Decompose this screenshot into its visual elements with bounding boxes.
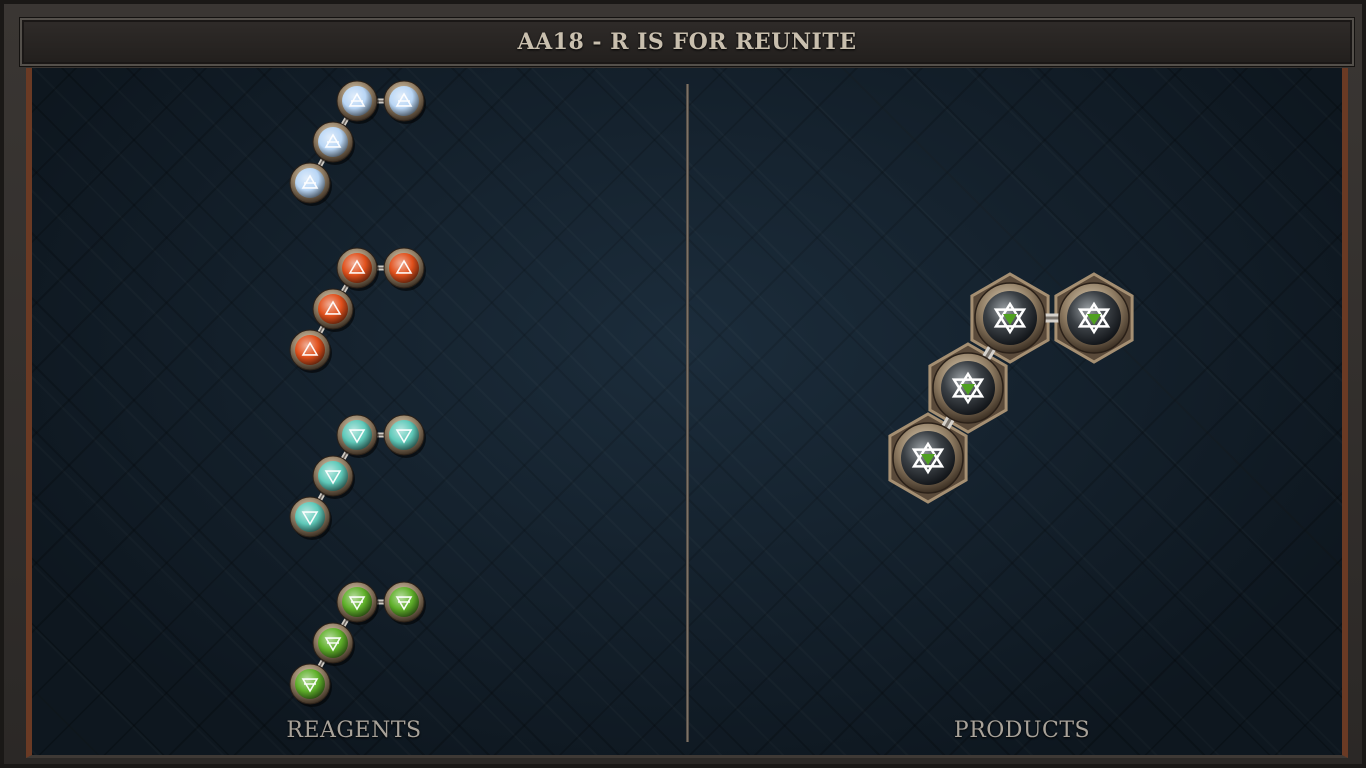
atom-earth <box>312 622 355 666</box>
atom-quintessence <box>1058 282 1130 354</box>
reagent-molecule-fire[interactable] <box>289 247 426 373</box>
atom-fire <box>289 329 332 373</box>
reagent-molecule-water[interactable] <box>289 414 426 540</box>
atom-air <box>312 121 355 165</box>
atom-water <box>336 414 379 458</box>
atom-quintessence <box>974 282 1046 354</box>
atom-earth <box>383 581 426 625</box>
molecules-canvas <box>289 80 1134 707</box>
atom-quintessence <box>892 422 964 494</box>
reagent-molecule-air[interactable] <box>289 80 426 206</box>
atom-water <box>312 455 355 499</box>
atom-fire <box>336 247 379 291</box>
atom-water <box>289 496 332 540</box>
product-molecule-quintessence[interactable] <box>888 272 1134 504</box>
atom-air <box>289 162 332 206</box>
atom-water <box>383 414 426 458</box>
atom-air <box>336 80 379 124</box>
atom-earth <box>336 581 379 625</box>
atom-earth <box>289 663 332 707</box>
atom-fire <box>312 288 355 332</box>
reagent-molecule-earth[interactable] <box>289 581 426 707</box>
atom-fire <box>383 247 426 291</box>
atom-air <box>383 80 426 124</box>
atom-quintessence <box>932 352 1004 424</box>
